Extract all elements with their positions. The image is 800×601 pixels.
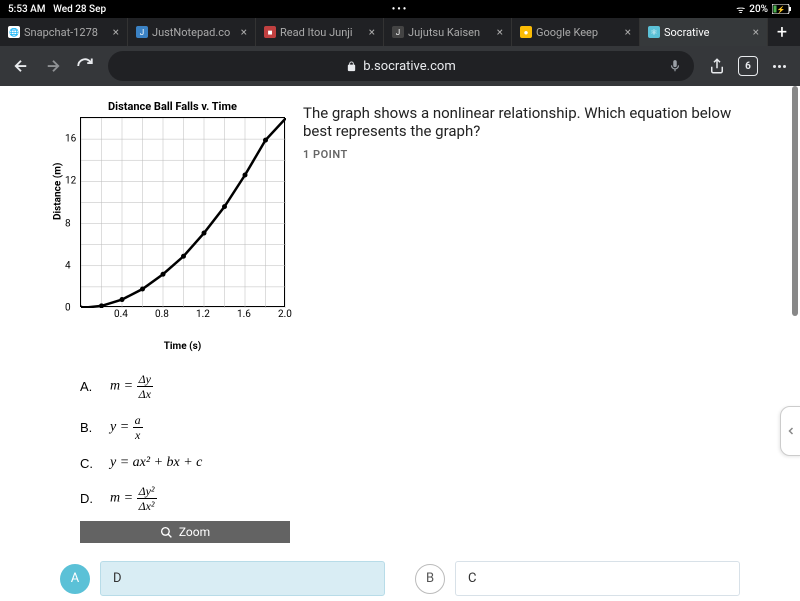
chart-ytick: 8 [65, 218, 71, 229]
tab-close-icon[interactable]: × [369, 25, 375, 39]
svg-text:⚡: ⚡ [777, 5, 786, 14]
status-ellipsis: ••• [392, 4, 409, 15]
chevron-left-icon [785, 425, 797, 437]
chart-title: Distance Ball Falls v. Time [60, 96, 285, 117]
scrollbar[interactable] [792, 86, 798, 601]
chart-xtick: 1.6 [237, 309, 251, 320]
tab-label: Read Itou Junji [280, 26, 365, 39]
tab-label: JustNotepad.co [152, 26, 237, 39]
url-bar[interactable]: b.socrative.com [108, 51, 694, 81]
browser-tab-strip: 🌐 Snapchat-1278 × J JustNotepad.co × ■ Read Ito… [0, 18, 800, 46]
tab-label: Socrative [664, 26, 749, 39]
browser-nav-bar: b.socrative.com 6 [0, 46, 800, 86]
lock-icon [346, 61, 357, 72]
back-button[interactable] [12, 57, 30, 75]
chart-xtick: 0.4 [114, 309, 128, 320]
chart-xtick: 2.0 [278, 309, 292, 320]
page-content: Distance Ball Falls v. Time Distance (m)… [0, 86, 800, 601]
tab-label: Jujutsu Kaisen [408, 26, 493, 39]
chart-ylabel: Distance (m) [53, 163, 64, 220]
tab-favicon: 🌐 [8, 26, 20, 38]
tab-favicon: J [136, 26, 148, 38]
tab-close-icon[interactable]: × [241, 25, 247, 39]
menu-button[interactable] [770, 57, 788, 75]
zoom-icon [160, 526, 173, 539]
reload-button[interactable] [76, 57, 94, 75]
forward-button[interactable] [44, 57, 62, 75]
chart-ytick: 4 [65, 260, 71, 271]
browser-tab[interactable]: ● Google Keep × [512, 18, 640, 46]
browser-tab[interactable]: 🌐 Snapchat-1278 × [0, 18, 128, 46]
answer-letter: A [60, 564, 90, 594]
answer-option-b[interactable]: B C [415, 561, 740, 596]
answer-text: D [100, 561, 385, 596]
chart-ytick: 12 [65, 176, 76, 187]
status-time: 5:53 AM [8, 4, 46, 15]
chart-plot-area: 0481216 [80, 117, 285, 307]
tab-close-icon[interactable]: × [753, 25, 759, 39]
tab-favicon: ● [520, 26, 532, 38]
answer-grid: A D B C C A D B [60, 561, 740, 601]
tab-favicon: J [392, 26, 404, 38]
side-pull-tab[interactable] [780, 406, 800, 456]
status-right: ᯤ 20% ⚡ [736, 2, 792, 16]
zoom-button[interactable]: Zoom [80, 521, 290, 543]
tab-close-icon[interactable]: × [113, 25, 119, 39]
tab-favicon: ■ [264, 26, 276, 38]
chart-ytick: 0 [65, 303, 71, 314]
chart-xtick: 0.8 [155, 309, 169, 320]
tab-close-icon[interactable]: × [625, 25, 631, 39]
mic-icon[interactable] [668, 59, 682, 73]
question-prompt: The graph shows a nonlinear relationship… [303, 104, 740, 140]
answer-letter: B [415, 564, 445, 594]
new-tab-button[interactable]: + [768, 18, 796, 46]
answer-text: C [455, 561, 740, 596]
browser-tab[interactable]: J JustNotepad.co × [128, 18, 256, 46]
equation-b: B. y = ax [80, 407, 285, 448]
answer-option-a[interactable]: A D [60, 561, 385, 596]
chart-ytick: 16 [65, 134, 76, 145]
tab-close-icon[interactable]: × [497, 25, 503, 39]
status-date: Wed 28 Sep [53, 4, 106, 15]
browser-tab[interactable]: ⚛ Socrative × [640, 18, 768, 46]
url-text: b.socrative.com [363, 59, 455, 74]
equation-a: A. m = ΔyΔx [80, 366, 285, 407]
tab-label: Google Keep [536, 26, 621, 39]
wifi-icon: ᯤ [736, 2, 745, 16]
browser-tab[interactable]: J Jujutsu Kaisen × [384, 18, 512, 46]
tab-favicon: ⚛ [648, 26, 660, 38]
tab-label: Snapchat-1278 [24, 26, 109, 39]
status-left: 5:53 AM Wed 28 Sep [8, 4, 106, 15]
device-status-bar: 5:53 AM Wed 28 Sep ••• ᯤ 20% ⚡ [0, 0, 800, 18]
question-image: Distance Ball Falls v. Time Distance (m)… [60, 96, 285, 543]
equation-d: D. m = Δy²Δx² [80, 478, 285, 519]
battery-icon: ⚡ [772, 4, 792, 14]
scroll-thumb[interactable] [792, 86, 798, 316]
browser-tab[interactable]: ■ Read Itou Junji × [256, 18, 384, 46]
share-button[interactable] [708, 57, 726, 75]
chart-xtick: 1.2 [196, 309, 210, 320]
chart-xlabel: Time (s) [80, 341, 285, 352]
question-points: 1 POINT [303, 148, 740, 161]
equation-list: A. m = ΔyΔx B. y = ax C. y = ax² + bx + … [80, 366, 285, 519]
equation-c: C. y = ax² + bx + c [80, 448, 285, 478]
battery-percent: 20% [749, 4, 768, 15]
tabs-count-button[interactable]: 6 [738, 56, 758, 76]
